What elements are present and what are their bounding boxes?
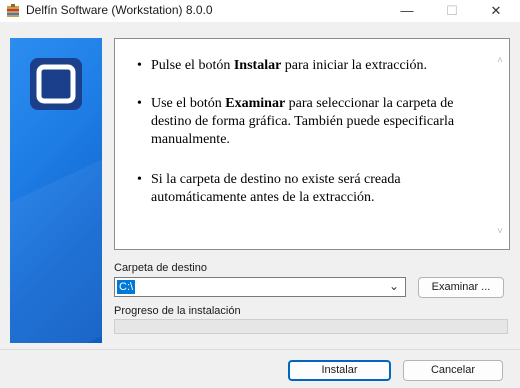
destination-label: Carpeta de destino (114, 262, 207, 274)
bullet-text: para iniciar la extracción. (281, 58, 428, 73)
bullet-text: Pulse el botón (151, 58, 234, 73)
progress-label: Progreso de la instalación (114, 305, 241, 317)
bullet-marker: • (137, 96, 142, 111)
bullet-bold-text: Instalar (233, 58, 282, 73)
bullet-text: Si la carpeta de destino no existe será … (151, 172, 401, 205)
bullet-text: Use el botón (151, 96, 226, 111)
instruction-bullet: • Use el botón Examinar para seleccionar … (137, 95, 491, 149)
bullet-marker: • (137, 172, 142, 187)
instruction-bullet: • Si la carpeta de destino no existe será… (137, 171, 491, 207)
square-logo-icon (30, 58, 82, 110)
window-title: Delfín Software (Workstation) 8.0.0 (26, 3, 213, 17)
close-button[interactable]: ✕ (474, 0, 518, 22)
chevron-down-icon[interactable]: ⌄ (389, 279, 399, 293)
title-bar[interactable]: Delfín Software (Workstation) 8.0.0 — ☐ … (0, 0, 520, 22)
destination-combobox[interactable]: C:\ ⌄ (114, 277, 406, 297)
bullet-marker: • (137, 58, 142, 73)
install-button[interactable]: Instalar (288, 360, 391, 381)
browse-button[interactable]: Examinar ... (418, 277, 504, 298)
instructions-panel: • Pulse el botón Instalar para iniciar la… (114, 38, 510, 250)
maximize-button[interactable]: ☐ (430, 0, 474, 22)
instruction-bullet: • Pulse el botón Instalar para iniciar la… (137, 57, 491, 75)
bullet-bold-text: Examinar (225, 96, 286, 111)
scroll-down-icon[interactable]: ˅ (497, 226, 503, 237)
installer-icon (7, 4, 19, 17)
install-progress-bar (114, 319, 508, 334)
footer-divider (0, 349, 520, 350)
minimize-button[interactable]: — (385, 0, 429, 22)
cancel-button[interactable]: Cancelar (403, 360, 503, 381)
scroll-up-icon[interactable]: ˄ (497, 55, 503, 66)
side-banner (10, 38, 102, 343)
destination-value[interactable]: C:\ (117, 280, 136, 294)
